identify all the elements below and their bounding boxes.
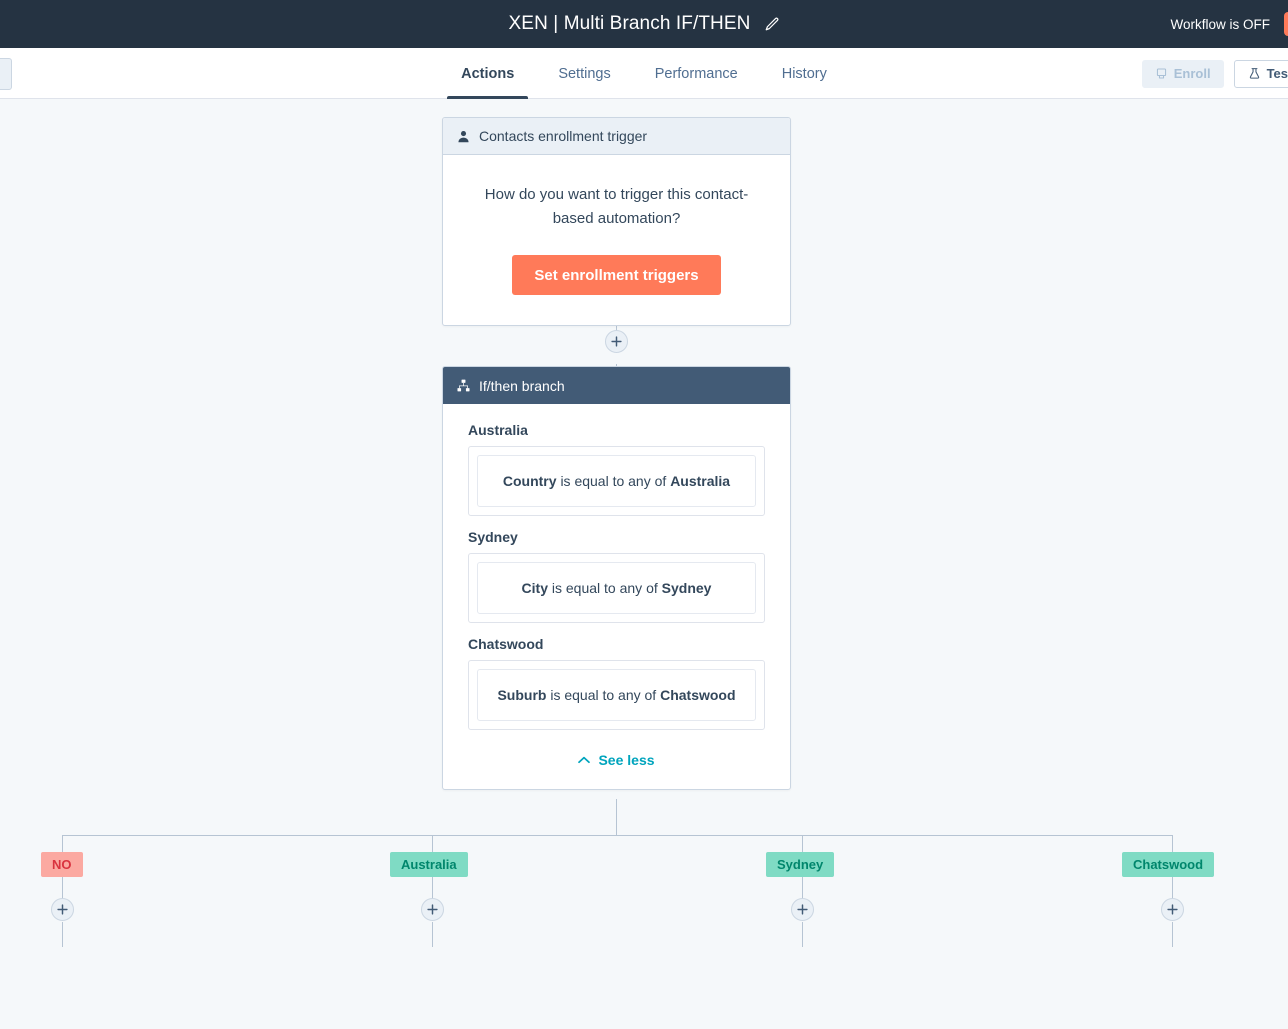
condition-row: City is equal to any of Sydney	[477, 562, 756, 614]
tab-performance[interactable]: Performance	[633, 48, 760, 99]
condition-property: City	[521, 580, 548, 596]
pencil-icon[interactable]	[764, 17, 779, 32]
if-then-branch-card[interactable]: If/then branch Australia Country is equa…	[442, 366, 791, 790]
sitemap-icon	[457, 379, 470, 392]
tab-bar: Actions Settings Performance History Enr…	[0, 48, 1288, 99]
tab-actions[interactable]: Actions	[439, 48, 536, 99]
condition-value: Australia	[670, 473, 731, 489]
connector-line	[802, 877, 803, 899]
add-action-button-chatswood[interactable]	[1161, 898, 1184, 921]
add-action-button-australia[interactable]	[421, 898, 444, 921]
workflow-status-group: Workflow is OFF	[1170, 0, 1270, 48]
connector-line	[432, 835, 433, 852]
add-action-button-sydney[interactable]	[791, 898, 814, 921]
connector-line	[802, 835, 803, 852]
tab-settings[interactable]: Settings	[536, 48, 632, 99]
tab-performance-label: Performance	[654, 65, 738, 82]
tab-list: Actions Settings Performance History	[439, 48, 849, 99]
tab-history-label: History	[781, 65, 827, 82]
condition-group-australia[interactable]: Country is equal to any of Australia	[468, 446, 765, 516]
see-less-label: See less	[598, 752, 655, 768]
back-button-partial[interactable]	[0, 58, 12, 90]
workflow-toggle-switch[interactable]	[1284, 12, 1288, 36]
enroll-button-label: Enroll	[1173, 66, 1211, 81]
branch-name-australia: Australia	[468, 422, 528, 438]
branch-pill-no[interactable]: NO	[41, 852, 83, 877]
condition-row: Country is equal to any of Australia	[477, 455, 756, 507]
connector-line	[616, 799, 617, 835]
enroll-button[interactable]: Enroll	[1141, 59, 1224, 88]
enroll-icon	[1155, 67, 1168, 80]
branch-pill-australia[interactable]: Australia	[390, 852, 468, 877]
condition-property: Suburb	[497, 687, 547, 703]
branch-name-chatswood: Chatswood	[468, 636, 544, 652]
condition-group-sydney[interactable]: City is equal to any of Sydney	[468, 553, 765, 623]
connector-line	[432, 877, 433, 899]
branch-card-title: If/then branch	[479, 377, 565, 394]
connector-line	[62, 877, 63, 899]
flask-icon	[1248, 67, 1261, 80]
enrollment-trigger-card[interactable]: Contacts enrollment trigger How do you w…	[442, 117, 791, 326]
chevron-up-icon	[578, 756, 591, 764]
connector-line	[432, 922, 433, 947]
tab-actions-label: Actions	[461, 65, 515, 82]
connector-line	[62, 835, 63, 852]
condition-property: Country	[502, 473, 557, 489]
condition-row: Suburb is equal to any of Chatswood	[477, 669, 756, 721]
branch-pill-sydney[interactable]: Sydney	[766, 852, 835, 877]
branch-card-body: Australia Country is equal to any of Aus…	[443, 404, 790, 789]
test-button-label: Tes	[1266, 66, 1288, 81]
condition-operator: is equal to any of	[560, 473, 667, 489]
condition-value: Sydney	[661, 580, 712, 596]
page-title: XEN | Multi Branch IF/THEN	[508, 13, 751, 34]
status-badge: Workflow is OFF	[1170, 16, 1270, 32]
branch-name-sydney: Sydney	[468, 529, 518, 545]
branch-card-header: If/then branch	[443, 367, 790, 404]
app-header: XEN | Multi Branch IF/THEN Workflow is O…	[0, 0, 1288, 48]
enrollment-prompt-text: How do you want to trigger this contact-…	[484, 186, 749, 227]
connector-line	[1172, 835, 1173, 852]
connector-line	[1172, 922, 1173, 947]
branch-pill-label: NO	[52, 857, 72, 872]
workflow-title-group: XEN | Multi Branch IF/THEN	[509, 13, 780, 35]
connector-line	[62, 922, 63, 947]
workflow-canvas[interactable]: Contacts enrollment trigger How do you w…	[0, 99, 1288, 1029]
connector-line	[1172, 877, 1173, 899]
enrollment-card-body: How do you want to trigger this contact-…	[443, 155, 790, 325]
condition-group-chatswood[interactable]: Suburb is equal to any of Chatswood	[468, 660, 765, 730]
branch-pill-label: Australia	[401, 857, 457, 872]
enrollment-card-header: Contacts enrollment trigger	[443, 118, 790, 155]
add-action-button[interactable]	[605, 330, 628, 353]
branch-split-line	[62, 835, 1173, 836]
test-button[interactable]: Tes	[1233, 59, 1288, 88]
set-enrollment-triggers-button[interactable]: Set enrollment triggers	[512, 255, 721, 295]
enrollment-card-title: Contacts enrollment trigger	[479, 128, 648, 144]
add-action-button-no[interactable]	[51, 898, 74, 921]
condition-operator: is equal to any of	[550, 687, 657, 703]
condition-operator: is equal to any of	[551, 580, 658, 596]
tab-bar-actions: Enroll Tes	[1141, 48, 1288, 99]
condition-value: Chatswood	[660, 687, 736, 703]
tab-settings-label: Settings	[558, 65, 611, 82]
branch-pill-chatswood[interactable]: Chatswood	[1122, 852, 1215, 877]
see-less-toggle[interactable]: See less	[468, 743, 765, 775]
contact-person-icon	[457, 130, 470, 143]
connector-line	[802, 922, 803, 947]
tab-history[interactable]: History	[760, 48, 849, 99]
branch-pill-label: Sydney	[777, 857, 824, 872]
branch-pill-label: Chatswood	[1133, 857, 1204, 872]
